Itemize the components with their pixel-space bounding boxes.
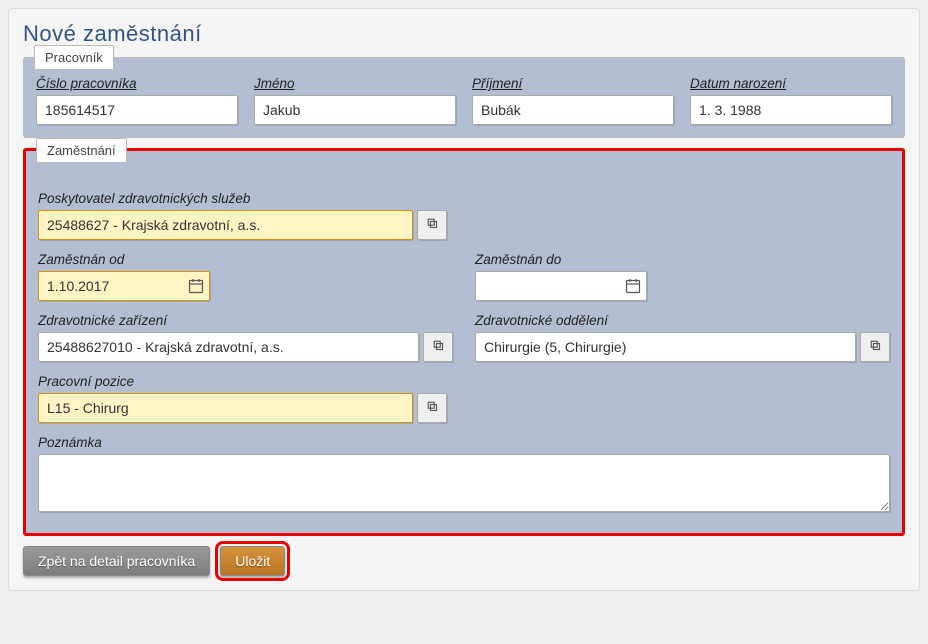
calendar-icon[interactable] (625, 278, 641, 294)
worker-legend: Pracovník (34, 45, 114, 70)
department-label: Zdravotnické oddělení (475, 313, 890, 328)
dob-field[interactable] (690, 95, 892, 125)
from-date-field[interactable] (38, 271, 210, 301)
dob-label: Datum narození (690, 76, 892, 91)
facility-lookup-button[interactable] (423, 332, 453, 362)
position-field[interactable] (38, 393, 413, 423)
provider-lookup-button[interactable] (417, 210, 447, 240)
provider-label: Poskytovatel zdravotnických služeb (38, 191, 890, 206)
to-date-field[interactable] (475, 271, 647, 301)
main-panel: Nové zaměstnání Pracovník Číslo pracovní… (8, 8, 920, 591)
firstname-field[interactable] (254, 95, 456, 125)
facility-field[interactable] (38, 332, 419, 362)
worker-fieldset: Pracovník Číslo pracovníka Jméno Příjmen… (23, 57, 905, 138)
department-lookup-button[interactable] (860, 332, 890, 362)
popup-icon (426, 399, 438, 417)
popup-icon (432, 338, 444, 356)
lastname-field[interactable] (472, 95, 674, 125)
lastname-label: Příjmení (472, 76, 674, 91)
department-field[interactable] (475, 332, 856, 362)
id-label: Číslo pracovníka (36, 76, 238, 91)
popup-icon (426, 216, 438, 234)
back-button[interactable]: Zpět na detail pracovníka (23, 546, 210, 576)
note-field[interactable] (38, 454, 890, 512)
firstname-label: Jméno (254, 76, 456, 91)
calendar-icon[interactable] (188, 278, 204, 294)
page-title: Nové zaměstnání (23, 21, 905, 47)
facility-label: Zdravotnické zařízení (38, 313, 453, 328)
position-label: Pracovní pozice (38, 374, 890, 389)
note-label: Poznámka (38, 435, 890, 450)
provider-field[interactable] (38, 210, 413, 240)
employment-fieldset: Zaměstnání Poskytovatel zdravotnických s… (23, 148, 905, 536)
from-label: Zaměstnán od (38, 252, 453, 267)
id-field[interactable] (36, 95, 238, 125)
to-label: Zaměstnán do (475, 252, 890, 267)
employment-legend: Zaměstnání (36, 138, 127, 163)
save-button[interactable]: Uložit (220, 546, 285, 576)
position-lookup-button[interactable] (417, 393, 447, 423)
popup-icon (869, 338, 881, 356)
